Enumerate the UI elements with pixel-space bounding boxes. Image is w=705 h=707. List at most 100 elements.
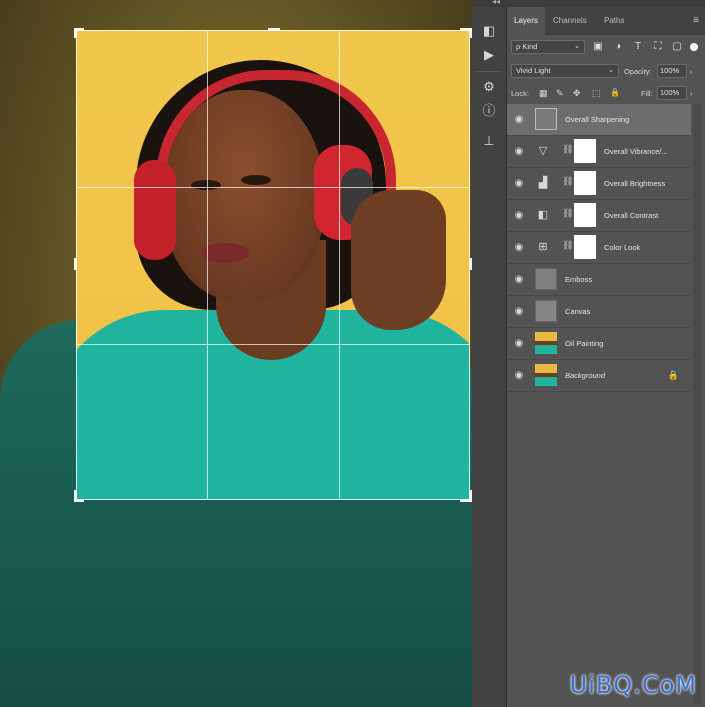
blend-mode-value: Vivid Light xyxy=(516,66,551,75)
crop-handle-bottom-left-v[interactable] xyxy=(74,490,77,502)
layer-row[interactable]: ◉ ▽ ⛓ Overall Vibrance/... xyxy=(507,136,691,168)
opacity-chevron-icon[interactable]: › xyxy=(690,67,693,76)
shape-filter-icon[interactable]: ⛶ xyxy=(652,41,664,53)
kind-filter-label: Kind xyxy=(522,42,538,51)
visibility-eye-icon[interactable]: ◉ xyxy=(513,274,525,286)
tab-paths[interactable]: Paths xyxy=(597,7,631,35)
visibility-eye-icon[interactable]: ◉ xyxy=(513,338,525,350)
lock-icon: 🔒 xyxy=(667,370,679,380)
filter-row: ρ Kind ⌄ ▣ ◑ T ⛶ ▢ xyxy=(507,40,705,56)
chevron-down-icon: ⌄ xyxy=(608,67,614,74)
visibility-eye-icon[interactable]: ◉ xyxy=(513,210,525,222)
crop-grid-line xyxy=(77,344,469,345)
layer-row[interactable]: ◉ Background 🔒 xyxy=(507,360,691,392)
lock-transparent-icon[interactable]: ▦ xyxy=(539,88,548,99)
crop-box[interactable] xyxy=(76,30,470,500)
visibility-eye-icon[interactable]: ◉ xyxy=(513,146,525,158)
blend-mode-dropdown[interactable]: Vivid Light ⌄ xyxy=(511,64,619,78)
layer-thumbnail xyxy=(535,332,557,354)
adjustment-filter-icon[interactable]: ◑ xyxy=(612,41,624,53)
crop-handle-top-left-v[interactable] xyxy=(74,28,77,38)
layer-row[interactable]: ◉ ▟ ⛓ Overall Brightness xyxy=(507,168,691,200)
layer-name: Overall Brightness xyxy=(604,179,666,188)
layer-mask-thumbnail[interactable] xyxy=(574,235,596,259)
search-icon: ρ xyxy=(516,42,521,51)
color-swatches-icon[interactable]: ◧ xyxy=(479,21,499,41)
smart-object-filter-icon[interactable]: ▢ xyxy=(671,41,683,53)
color-lookup-adjustment-icon: ⊞ xyxy=(538,241,548,253)
dock-separator xyxy=(477,71,501,72)
layer-row[interactable]: ◉ Oil Painting xyxy=(507,328,691,360)
lock-label: Lock: xyxy=(511,89,529,98)
tab-layers[interactable]: Layers xyxy=(507,7,546,35)
tab-channels[interactable]: Channels xyxy=(546,7,594,35)
panel-tabs: Layers Channels Paths ≡ xyxy=(507,7,705,35)
layers-panel: Layers Channels Paths ≡ ρ Kind ⌄ ▣ ◑ T ⛶… xyxy=(507,7,705,707)
crop-handle-top[interactable] xyxy=(268,28,280,31)
opacity-label: Opacity: xyxy=(624,67,652,76)
blend-row: Vivid Light ⌄ Opacity: 100% › xyxy=(507,64,705,80)
layer-name: Emboss xyxy=(565,275,593,284)
vibrance-adjustment-icon: ▽ xyxy=(538,145,548,157)
layer-row[interactable]: ◉ Emboss xyxy=(507,264,691,296)
layer-name: Overall Contrast xyxy=(604,211,659,220)
fill-field[interactable]: 100% xyxy=(657,86,687,100)
layer-row[interactable]: ◉ Overall Sharpening xyxy=(507,104,691,136)
crop-grid-line xyxy=(207,31,208,499)
fill-label: Fill: xyxy=(641,89,653,98)
layer-name: Canvas xyxy=(565,307,591,316)
layer-row[interactable]: ◉ Canvas xyxy=(507,296,691,328)
libraries-icon[interactable]: ⚙ xyxy=(479,77,499,97)
lock-artboard-icon[interactable]: ⬚ xyxy=(592,88,601,99)
layer-thumbnail xyxy=(535,268,557,290)
link-icon[interactable]: ⛓ xyxy=(562,208,573,222)
fill-chevron-icon[interactable]: › xyxy=(690,89,693,98)
lock-position-icon[interactable]: ✥ xyxy=(573,88,581,99)
panel-dock-strip: ◧ ▶ ⚙ ⓘ ⊥ xyxy=(472,7,507,707)
crop-grid-line xyxy=(77,187,469,188)
play-actions-icon[interactable]: ▶ xyxy=(479,45,499,65)
clone-source-icon[interactable]: ⊥ xyxy=(479,131,499,151)
visibility-eye-icon[interactable]: ◉ xyxy=(513,242,525,254)
panel-menu-icon[interactable]: ≡ xyxy=(693,7,699,35)
crop-grid-line xyxy=(339,31,340,499)
layer-name: Color Look xyxy=(604,243,641,252)
visibility-eye-icon[interactable]: ◉ xyxy=(513,114,525,126)
lock-image-icon[interactable]: ✎ xyxy=(556,88,564,99)
pixel-filter-icon[interactable]: ▣ xyxy=(592,41,604,53)
layers-scrollbar[interactable] xyxy=(693,104,701,704)
watermark-text: UiBQ.CoM xyxy=(569,671,697,699)
layer-thumbnail xyxy=(535,300,557,322)
filter-toggle[interactable] xyxy=(690,43,698,51)
opacity-field[interactable]: 100% xyxy=(657,64,687,78)
info-icon[interactable]: ⓘ xyxy=(479,101,499,121)
panel-collapse-bar[interactable]: ◂◂ xyxy=(472,0,705,7)
layer-mask-thumbnail[interactable] xyxy=(574,203,596,227)
layer-name: Overall Vibrance/... xyxy=(604,147,668,156)
layer-name: Oil Painting xyxy=(565,339,604,348)
visibility-eye-icon[interactable]: ◉ xyxy=(513,370,525,382)
crop-handle-left[interactable] xyxy=(74,258,77,270)
layer-thumbnail xyxy=(535,108,557,130)
layer-row[interactable]: ◉ ◧ ⛓ Overall Contrast xyxy=(507,200,691,232)
levels-adjustment-icon: ▟ xyxy=(538,177,548,189)
layer-row[interactable]: ◉ ⊞ ⛓ Color Look xyxy=(507,232,691,264)
document-canvas[interactable] xyxy=(0,0,472,707)
lock-all-icon[interactable]: 🔒 xyxy=(610,88,620,97)
link-icon[interactable]: ⛓ xyxy=(562,144,573,158)
layer-thumbnail xyxy=(535,364,557,386)
layer-name: Overall Sharpening xyxy=(565,115,630,124)
type-filter-icon[interactable]: T xyxy=(632,41,644,53)
visibility-eye-icon[interactable]: ◉ xyxy=(513,306,525,318)
layer-name: Background xyxy=(565,371,606,380)
visibility-eye-icon[interactable]: ◉ xyxy=(513,178,525,190)
layer-mask-thumbnail[interactable] xyxy=(574,171,596,195)
lock-row: Lock: ▦ ✎ ✥ ⬚ 🔒 Fill: 100% › xyxy=(507,86,705,102)
chevron-down-icon: ⌄ xyxy=(574,43,580,50)
kind-filter-dropdown[interactable]: ρ Kind ⌄ xyxy=(511,40,585,54)
link-icon[interactable]: ⛓ xyxy=(562,240,573,254)
layer-mask-thumbnail[interactable] xyxy=(574,139,596,163)
link-icon[interactable]: ⛓ xyxy=(562,176,573,190)
gradient-adjustment-icon: ◧ xyxy=(537,209,549,221)
collapse-arrows-icon[interactable]: ◂◂ xyxy=(492,0,500,6)
